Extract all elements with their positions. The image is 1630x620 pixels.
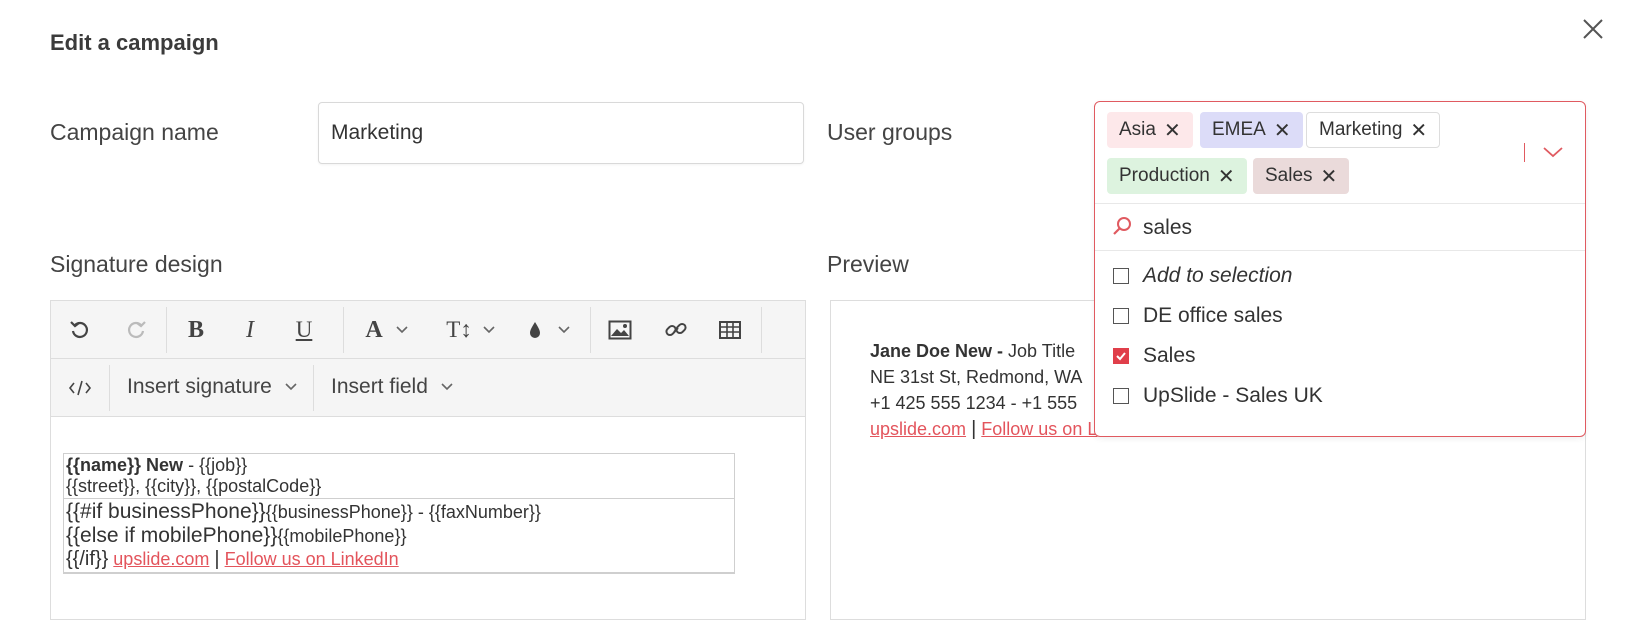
remove-chip-icon[interactable]: ✕	[1274, 118, 1291, 143]
insert-field-label: Insert field	[331, 375, 428, 398]
preview-separator: |	[971, 418, 977, 440]
campaign-name-label: Campaign name	[50, 119, 219, 145]
template-job: {{job}}	[199, 455, 248, 475]
template-if-business: {{#if businessPhone}}	[66, 500, 266, 523]
preview-website-link[interactable]: upslide.com	[870, 419, 966, 439]
chip-marketing: Marketing ✕	[1306, 112, 1441, 148]
font-size-dropdown[interactable]: T↕	[441, 315, 501, 345]
chip-sales: Sales ✕	[1253, 158, 1350, 194]
option-sales[interactable]: Sales	[1113, 344, 1196, 368]
close-icon[interactable]	[1578, 14, 1608, 44]
insert-signature-dropdown[interactable]: Insert signature	[127, 375, 298, 399]
chip-emea: EMEA ✕	[1200, 112, 1303, 148]
chevron-down-icon[interactable]	[1541, 144, 1567, 162]
table-icon[interactable]	[715, 315, 745, 345]
chip-label: Production	[1119, 165, 1210, 186]
option-de-office-sales[interactable]: DE office sales	[1113, 304, 1283, 328]
text-color-dropdown[interactable]	[519, 315, 579, 345]
chevron-down-icon	[483, 326, 495, 334]
chip-label: Sales	[1265, 165, 1313, 186]
preview-linkedin-link[interactable]: Follow us on L	[981, 419, 1097, 439]
option-upslide-sales-uk[interactable]: UpSlide - Sales UK	[1113, 384, 1323, 408]
template-name-row: {{name}} New - {{job}} {{street}}, {{cit…	[64, 454, 734, 499]
bold-icon[interactable]: B	[181, 315, 211, 345]
preview-label: Preview	[827, 251, 909, 277]
image-icon[interactable]	[605, 315, 635, 345]
template-fax: - {{faxNumber}}	[412, 502, 541, 522]
divider	[1095, 203, 1585, 204]
editor-toolbar-insert: Insert signature Insert field	[51, 359, 805, 417]
template-address: {{street}}, {{city}}, {{postalCode}}	[66, 476, 322, 496]
signature-template-table[interactable]: {{name}} New - {{job}} {{street}}, {{cit…	[63, 453, 735, 574]
underline-icon[interactable]: U	[289, 315, 319, 345]
italic-icon[interactable]: I	[235, 315, 265, 345]
code-view-icon[interactable]	[65, 373, 95, 403]
insert-field-dropdown[interactable]: Insert field	[331, 375, 454, 399]
template-endif: {{/if}}	[66, 548, 109, 570]
chevron-down-icon	[441, 383, 453, 391]
remove-chip-icon[interactable]: ✕	[1410, 118, 1427, 143]
preview-signature: Jane Doe New - Job Title NE 31st St, Red…	[870, 338, 1097, 442]
checkbox[interactable]	[1113, 268, 1129, 284]
chip-label: EMEA	[1212, 119, 1266, 140]
option-label: Sales	[1143, 344, 1196, 367]
preview-dash: -	[992, 341, 1009, 361]
option-add-to-selection[interactable]: Add to selection	[1113, 264, 1292, 288]
checkbox[interactable]	[1113, 308, 1129, 324]
search-icon	[1111, 215, 1135, 239]
signature-design-label: Signature design	[50, 251, 223, 277]
chip-label: Marketing	[1319, 119, 1403, 140]
chip-asia: Asia ✕	[1107, 112, 1193, 148]
template-dash: -	[183, 455, 200, 475]
template-linkedin-link[interactable]: Follow us on LinkedIn	[225, 549, 399, 569]
text-size-icon: T↕	[446, 317, 472, 342]
template-name-tag: {{name}}	[66, 455, 142, 475]
signature-editor[interactable]: B I U A T↕ Insert signature Insert field…	[50, 300, 806, 620]
option-label: Add to selection	[1143, 264, 1293, 287]
editor-toolbar-formatting: B I U A T↕	[51, 301, 805, 359]
chevron-down-icon	[558, 326, 570, 334]
preview-job: Job Title	[1008, 341, 1076, 361]
template-phone-row: {{#if businessPhone}}{{businessPhone}} -…	[64, 499, 734, 573]
checkbox[interactable]	[1113, 388, 1129, 404]
campaign-name-input[interactable]	[318, 102, 804, 164]
chip-label: Asia	[1119, 119, 1156, 140]
checkbox-checked[interactable]	[1113, 348, 1129, 364]
insert-signature-label: Insert signature	[127, 375, 272, 398]
option-label: DE office sales	[1143, 304, 1283, 327]
indicator-separator	[1524, 143, 1525, 162]
preview-phones: +1 425 555 1234 - +1 555	[870, 393, 1078, 413]
template-separator: |	[214, 548, 220, 570]
template-name-suffix: New	[141, 455, 184, 475]
preview-name: Jane Doe New	[870, 341, 993, 361]
template-business-phone: {{businessPhone}}	[265, 502, 413, 522]
preview-address: NE 31st St, Redmond, WA	[870, 367, 1083, 387]
user-groups-search-input[interactable]	[1141, 209, 1565, 247]
template-else-mobile: {{else if mobilePhone}}	[66, 524, 278, 547]
dialog-title: Edit a campaign	[50, 30, 219, 55]
user-groups-dropdown[interactable]: Asia ✕ EMEA ✕ Marketing ✕ Production ✕ Sales…	[1094, 101, 1586, 437]
link-icon[interactable]	[661, 315, 691, 345]
divider	[1095, 250, 1585, 251]
remove-chip-icon[interactable]: ✕	[1218, 164, 1235, 189]
font-icon: A	[365, 316, 383, 343]
chip-production: Production ✕	[1107, 158, 1247, 194]
redo-icon[interactable]	[121, 315, 151, 345]
template-mobile-phone: {{mobilePhone}}	[277, 526, 407, 546]
remove-chip-icon[interactable]: ✕	[1321, 164, 1338, 189]
chevron-down-icon	[285, 383, 297, 391]
template-website-link[interactable]: upslide.com	[113, 549, 209, 569]
user-groups-label: User groups	[827, 119, 953, 145]
ink-drop-icon	[530, 322, 540, 338]
chevron-down-icon	[396, 326, 408, 334]
check-icon	[1116, 352, 1126, 361]
font-family-dropdown[interactable]: A	[357, 315, 417, 345]
undo-icon[interactable]	[65, 315, 95, 345]
option-label: UpSlide - Sales UK	[1143, 384, 1323, 407]
remove-chip-icon[interactable]: ✕	[1164, 118, 1181, 143]
